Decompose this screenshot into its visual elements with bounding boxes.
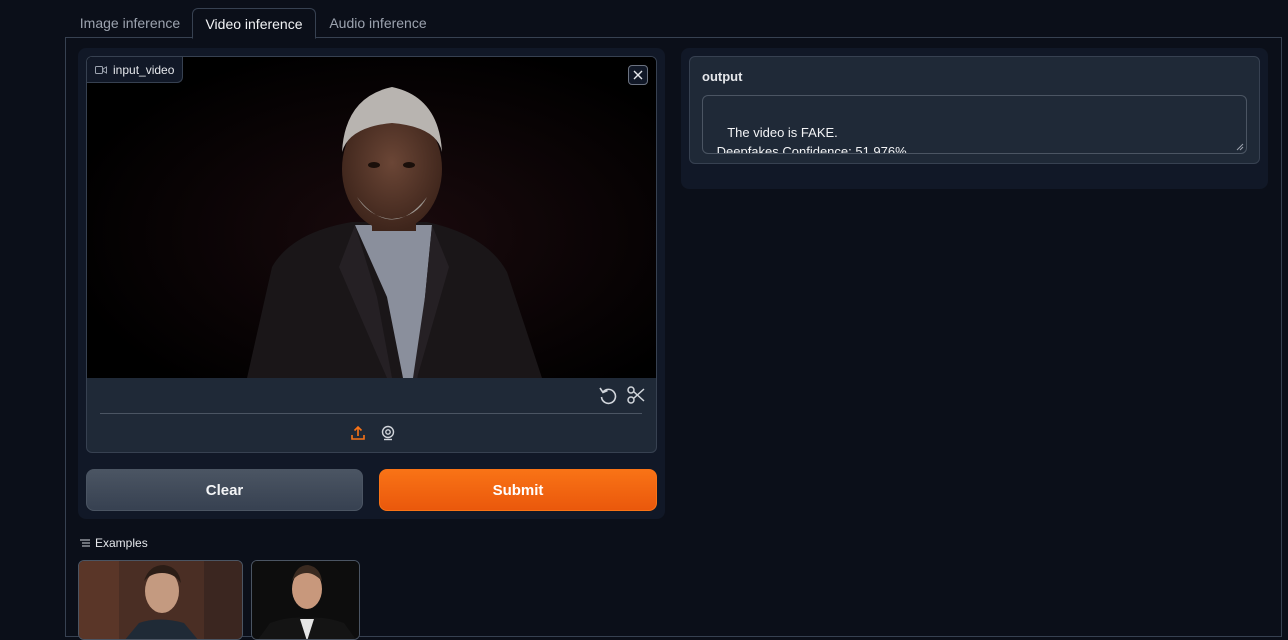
webcam-icon [381, 425, 395, 441]
tab-bar: Image inference Video inference Audio in… [66, 8, 1281, 39]
source-tools [348, 423, 398, 443]
tab-audio-inference[interactable]: Audio inference [321, 8, 435, 38]
example-image-2 [252, 561, 359, 639]
video-player[interactable] [87, 57, 656, 378]
tab-image-inference[interactable]: Image inference [70, 8, 190, 38]
example-image-1 [79, 561, 242, 639]
undo-button[interactable] [598, 385, 618, 405]
video-camera-icon [95, 65, 107, 74]
output-block: output The video is FAKE. Deepfakes Conf… [689, 56, 1260, 164]
upload-button[interactable] [348, 423, 368, 443]
resize-grip-icon[interactable] [1236, 143, 1244, 151]
list-icon [80, 539, 90, 547]
close-icon [633, 70, 643, 80]
example-thumbnail-1[interactable] [78, 560, 243, 640]
video-input-block: input_video [86, 56, 657, 453]
video-frame-image [87, 57, 656, 378]
upload-icon [351, 425, 365, 440]
tab-video-inference[interactable]: Video inference [192, 8, 316, 39]
clear-button[interactable]: Clear [86, 469, 363, 511]
input-video-label-text: input_video [113, 62, 175, 77]
output-text: The video is FAKE. Deepfakes Confidence:… [716, 125, 907, 154]
examples-header: Examples [79, 536, 148, 550]
webcam-button[interactable] [378, 423, 398, 443]
example-thumbnail-2[interactable] [251, 560, 360, 640]
undo-icon [599, 387, 617, 405]
examples-label: Examples [95, 536, 148, 550]
output-label: output [702, 69, 743, 84]
trim-button[interactable] [626, 385, 646, 405]
close-video-button[interactable] [628, 65, 648, 85]
input-video-label: input_video [87, 57, 184, 83]
output-textbox[interactable]: The video is FAKE. Deepfakes Confidence:… [702, 95, 1247, 154]
divider [100, 413, 642, 414]
submit-button[interactable]: Submit [379, 469, 657, 511]
scissors-icon [627, 386, 645, 404]
video-edit-tools [598, 385, 646, 405]
